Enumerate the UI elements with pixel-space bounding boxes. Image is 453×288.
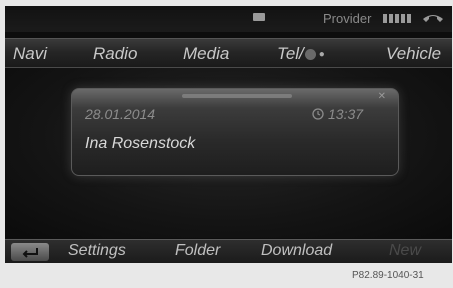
- phone-status-icon: [304, 49, 316, 60]
- message-notification[interactable]: ✕ 28.01.2014 13:37 Ina Rosenstock: [71, 88, 399, 176]
- back-arrow-icon: [22, 248, 38, 258]
- phone-handset-icon: [423, 15, 443, 22]
- menu-item-tel-label: Tel/: [277, 44, 304, 63]
- message-sender: Ina Rosenstock: [85, 135, 196, 152]
- back-button[interactable]: [11, 243, 49, 261]
- menu-item-tel[interactable]: Tel/ ●: [277, 44, 325, 64]
- envelope-icon: [253, 13, 265, 21]
- signal-strength-icon: [383, 14, 411, 23]
- main-menu-bar: Navi Radio Media Tel/ ● Vehicle: [5, 38, 452, 68]
- message-date: 28.01.2014: [85, 106, 156, 122]
- bottom-menu-bar: Settings Folder Download New: [5, 239, 452, 263]
- dot-indicator-icon: ●: [318, 49, 325, 60]
- close-icon[interactable]: ✕: [378, 91, 386, 102]
- menu-item-navi[interactable]: Navi: [13, 44, 47, 64]
- menu-item-media[interactable]: Media: [183, 44, 229, 64]
- menu-item-vehicle[interactable]: Vehicle: [386, 44, 441, 64]
- head-unit-screen: Provider Navi Radio Media Tel/● Vehicle …: [5, 6, 452, 263]
- notification-header-bar: [182, 94, 292, 98]
- clock-icon: [312, 108, 324, 120]
- settings-button[interactable]: Settings: [68, 242, 126, 260]
- content-area: ✕ 28.01.2014 13:37 Ina Rosenstock: [5, 68, 452, 238]
- download-button[interactable]: Download: [261, 242, 332, 260]
- message-time: 13:37: [328, 106, 364, 122]
- status-bar: Provider: [5, 6, 452, 32]
- menu-item-radio[interactable]: Radio: [93, 44, 137, 64]
- figure-reference-code: P82.89-1040-31: [352, 270, 424, 281]
- folder-button[interactable]: Folder: [175, 242, 220, 260]
- new-message-button[interactable]: New: [389, 242, 421, 260]
- provider-label: Provider: [323, 11, 372, 26]
